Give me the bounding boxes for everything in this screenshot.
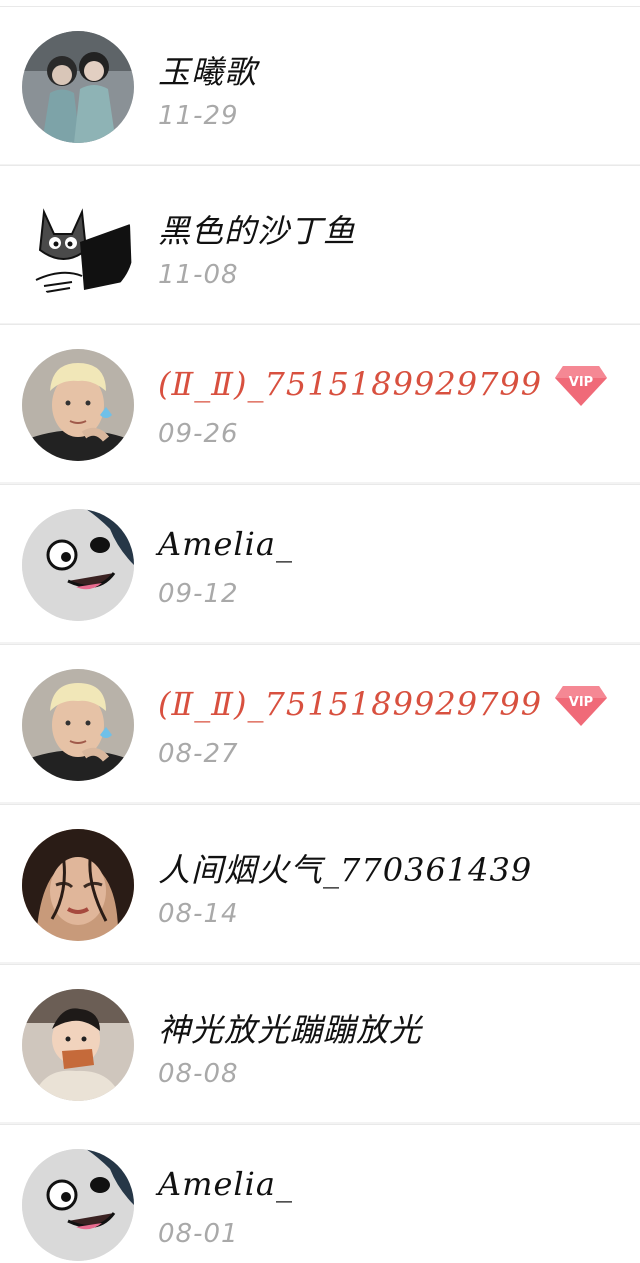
message-date: 08-14 xyxy=(158,899,239,929)
list-item[interactable]: 人间烟火气_770361439 08-14 xyxy=(0,804,640,962)
list-item[interactable]: Amelia_ 08-01 xyxy=(0,1124,640,1263)
svg-text:VIP: VIP xyxy=(569,375,593,390)
avatar[interactable] xyxy=(22,190,134,302)
blond-boy-photo-icon xyxy=(22,669,134,781)
message-date: 08-08 xyxy=(158,1059,239,1089)
contact-name: 神光放光蹦蹦放光 xyxy=(158,1011,423,1049)
message-date: 09-26 xyxy=(158,419,239,449)
blond-boy-photo-icon xyxy=(22,349,134,461)
contact-name: 玉曦歌 xyxy=(158,53,258,91)
two-girls-photo-icon xyxy=(22,31,134,143)
svg-text:VIP: VIP xyxy=(569,695,593,710)
avatar[interactable] xyxy=(22,829,134,941)
avatar[interactable] xyxy=(22,1149,134,1261)
contact-name: 黑色的沙丁鱼 xyxy=(158,212,357,250)
list-item[interactable]: 玉曦歌 11-29 xyxy=(0,6,640,164)
list-item[interactable]: Amelia_ 09-12 xyxy=(0,484,640,642)
panda-cartoon-icon xyxy=(22,1149,134,1261)
list-item[interactable]: 神光放光蹦蹦放光 08-08 xyxy=(0,964,640,1122)
baby-eating-photo-icon xyxy=(22,989,134,1101)
avatar[interactable] xyxy=(22,349,134,461)
contact-name: Amelia_ xyxy=(158,1165,293,1203)
avatar[interactable] xyxy=(22,669,134,781)
woman-portrait-photo-icon xyxy=(22,829,134,941)
avatar[interactable] xyxy=(22,989,134,1101)
panda-cartoon-icon xyxy=(22,509,134,621)
vip-badge-icon: VIP xyxy=(553,362,609,408)
vip-badge-icon: VIP xyxy=(553,682,609,728)
message-date: 08-01 xyxy=(158,1219,239,1249)
contact-name: Amelia_ xyxy=(158,525,293,563)
contact-name: 人间烟火气_770361439 xyxy=(158,851,533,889)
cat-laptop-icon xyxy=(22,190,134,302)
message-list: 玉曦歌 11-29 黑色的沙丁鱼 11-08 (Ⅱ_Ⅱ)_75151899297… xyxy=(0,0,640,1263)
avatar[interactable] xyxy=(22,31,134,143)
list-item[interactable]: (Ⅱ_Ⅱ)_7515189929799 VIP 08-27 xyxy=(0,644,640,802)
message-date: 08-27 xyxy=(158,739,239,769)
contact-name: (Ⅱ_Ⅱ)_7515189929799 xyxy=(158,685,543,723)
message-date: 11-29 xyxy=(158,101,239,131)
contact-name: (Ⅱ_Ⅱ)_7515189929799 xyxy=(158,365,543,403)
list-item[interactable]: (Ⅱ_Ⅱ)_7515189929799 VIP 09-26 xyxy=(0,324,640,482)
avatar[interactable] xyxy=(22,509,134,621)
message-date: 11-08 xyxy=(158,260,239,290)
message-date: 09-12 xyxy=(158,579,239,609)
list-item[interactable]: 黑色的沙丁鱼 11-08 xyxy=(0,165,640,323)
